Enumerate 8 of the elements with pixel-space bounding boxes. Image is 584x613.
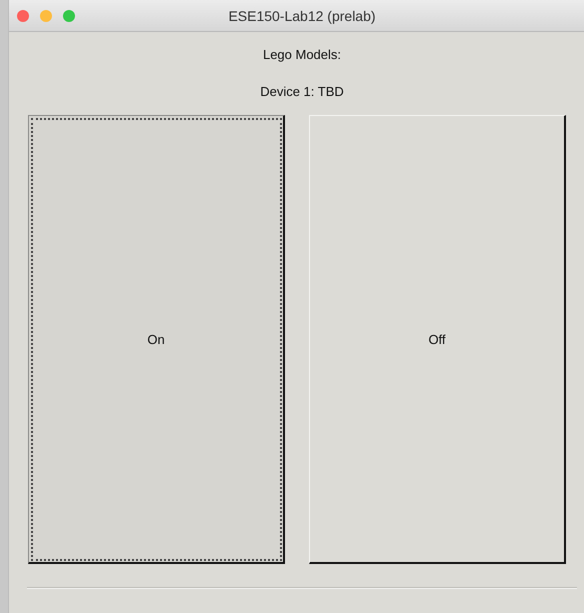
minimize-button[interactable] bbox=[40, 10, 52, 22]
toggle-button[interactable]: Off bbox=[309, 115, 566, 564]
status-label: Device 1: TBD bbox=[260, 84, 344, 100]
window-title: ESE150-Lab12 (prelab) bbox=[228, 8, 376, 24]
close-button[interactable] bbox=[17, 10, 29, 22]
toggle-button[interactable]: On bbox=[28, 115, 285, 564]
zoom-button[interactable] bbox=[63, 10, 75, 22]
status-label: Lego Models: bbox=[262, 47, 342, 63]
